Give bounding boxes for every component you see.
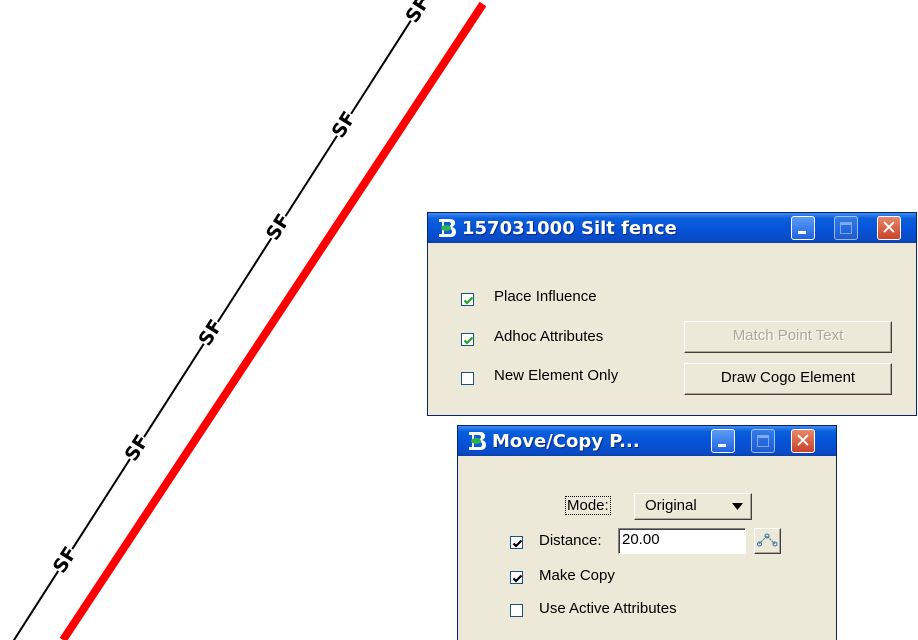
sf-line-label: SF	[121, 431, 154, 465]
close-button[interactable]: ✕	[877, 216, 901, 240]
mode-label: Mode:	[565, 496, 611, 515]
silt-fence-segment	[12, 570, 60, 640]
silt-fence-segment	[350, 20, 412, 115]
use-active-attributes-checkbox[interactable]	[510, 604, 523, 617]
mode-dropdown[interactable]: Original	[634, 493, 752, 520]
make-copy-label: Make Copy	[539, 567, 615, 584]
distance-pick-button[interactable]	[754, 528, 781, 554]
dropdown-arrow-icon	[732, 503, 743, 510]
window-title: 157031000 Silt fence	[462, 218, 677, 239]
sf-line-label: SF	[401, 0, 434, 27]
checkmark-icon	[463, 336, 474, 345]
sf-line-label: SF	[49, 543, 82, 577]
silt-fence-segment	[71, 458, 131, 550]
mode-dropdown-value: Original	[645, 497, 697, 514]
silt-fence-line[interactable]: SF SF SF SF SF SF	[3, 0, 434, 640]
distance-checkbox[interactable]	[510, 536, 523, 549]
close-button[interactable]: ✕	[791, 429, 815, 453]
place-influence-checkbox[interactable]	[461, 293, 474, 306]
close-icon: ✕	[795, 430, 811, 452]
silt-fence-segment	[284, 135, 338, 217]
move-copy-window: Move/Copy P... ✕ Mode: Original Distance…	[457, 425, 837, 640]
silt-fence-segment	[143, 343, 205, 438]
use-active-attributes-label: Use Active Attributes	[539, 600, 677, 617]
distance-label: Distance:	[539, 532, 602, 549]
red-line[interactable]	[59, 1, 487, 640]
maximize-button[interactable]	[834, 216, 858, 240]
draw-cogo-element-button[interactable]: Draw Cogo Element	[684, 363, 892, 395]
adhoc-attributes-checkbox[interactable]	[461, 333, 474, 346]
place-influence-label: Place Influence	[494, 288, 597, 305]
minimize-button[interactable]	[791, 216, 815, 240]
new-element-only-checkbox[interactable]	[461, 372, 474, 385]
match-point-text-button[interactable]: Match Point Text	[684, 321, 892, 353]
bentley-b-icon	[439, 219, 456, 237]
distance-icon	[757, 533, 778, 547]
sf-line-label: SF	[262, 210, 295, 244]
checkmark-icon	[512, 539, 523, 548]
close-icon: ✕	[881, 217, 897, 239]
checkmark-icon	[463, 296, 474, 305]
bentley-b-icon	[469, 432, 486, 450]
silt-fence-segment	[216, 237, 273, 323]
minimize-button[interactable]	[711, 429, 735, 453]
sf-line-label: SF	[328, 108, 361, 142]
sf-line-label: SF	[194, 316, 227, 350]
title-bar[interactable]: 157031000 Silt fence ✕	[428, 213, 916, 243]
checkmark-icon	[512, 574, 523, 583]
make-copy-checkbox[interactable]	[510, 571, 523, 584]
maximize-button[interactable]	[751, 429, 775, 453]
adhoc-attributes-label: Adhoc Attributes	[494, 328, 604, 345]
title-bar[interactable]: Move/Copy P... ✕	[458, 426, 836, 456]
window-title: Move/Copy P...	[492, 431, 640, 452]
new-element-only-label: New Element Only	[494, 367, 619, 384]
distance-field[interactable]: 20.00	[618, 528, 746, 554]
silt-fence-window: 157031000 Silt fence ✕ Place Influence A…	[427, 212, 917, 416]
